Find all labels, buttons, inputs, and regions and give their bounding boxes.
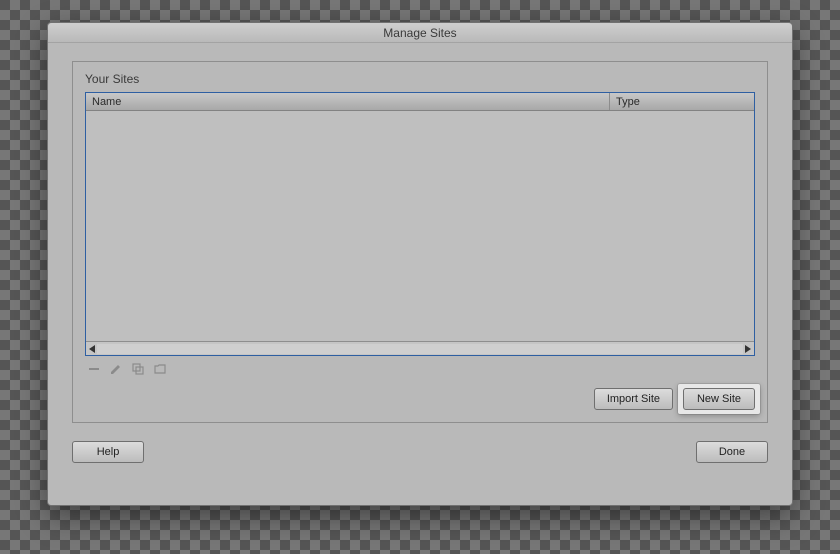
- delete-icon[interactable]: [87, 362, 101, 376]
- window-title: Manage Sites: [48, 23, 792, 43]
- horizontal-scrollbar[interactable]: [86, 341, 754, 355]
- help-button[interactable]: Help: [72, 441, 144, 463]
- panel-button-row: Import Site New Site: [85, 388, 755, 410]
- done-button[interactable]: Done: [696, 441, 768, 463]
- scroll-left-arrow-icon[interactable]: [89, 345, 95, 353]
- export-icon[interactable]: [153, 362, 167, 376]
- manage-sites-window: Manage Sites Your Sites Name Type: [47, 22, 793, 506]
- panel-title: Your Sites: [85, 72, 755, 86]
- your-sites-panel: Your Sites Name Type: [72, 61, 768, 423]
- table-body[interactable]: [86, 111, 754, 341]
- column-header-type[interactable]: Type: [610, 93, 754, 110]
- table-header-row: Name Type: [86, 93, 754, 111]
- footer-row: Help Done: [72, 441, 768, 463]
- sites-table: Name Type: [85, 92, 755, 356]
- edit-icon[interactable]: [109, 362, 123, 376]
- duplicate-icon[interactable]: [131, 362, 145, 376]
- toolbar: [85, 356, 755, 376]
- column-header-name[interactable]: Name: [86, 93, 610, 110]
- scroll-track[interactable]: [97, 344, 743, 354]
- new-site-highlight: New Site: [678, 384, 760, 414]
- scroll-right-arrow-icon[interactable]: [745, 345, 751, 353]
- new-site-button[interactable]: New Site: [683, 388, 755, 410]
- window-body: Your Sites Name Type: [48, 43, 792, 505]
- import-site-button[interactable]: Import Site: [594, 388, 673, 410]
